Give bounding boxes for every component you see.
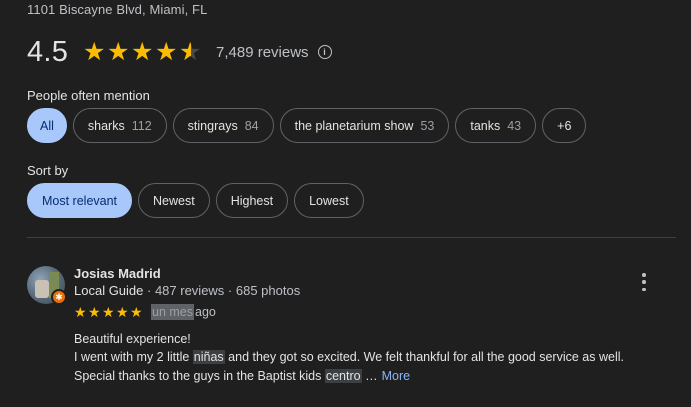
mention-chip-planetarium-show[interactable]: the planetarium show 53	[279, 108, 450, 143]
place-address: 1101 Biscayne Blvd, Miami, FL	[27, 2, 208, 17]
mentions-chip-row: All sharks 112 stingrays 84 the planetar…	[27, 108, 587, 143]
chip-label: +6	[557, 118, 572, 133]
star-icon: ★	[74, 304, 87, 320]
chip-count: 112	[131, 118, 152, 133]
chip-label: Most relevant	[42, 193, 118, 208]
local-guide-label: Local Guide	[74, 283, 144, 298]
review-stars: ★ ★ ★ ★ ★	[74, 305, 144, 319]
mention-chip-all[interactable]: All	[27, 108, 67, 143]
review-line-1: Beautiful experience!	[74, 332, 191, 346]
reviewer-name[interactable]: Josias Madrid	[74, 266, 161, 281]
chip-count: 84	[244, 118, 259, 133]
average-rating: 4.5	[27, 35, 69, 68]
chip-label: sharks	[87, 118, 125, 133]
highlighted-term: niñas	[192, 350, 225, 365]
local-guide-badge-icon: ✱	[51, 289, 67, 305]
rating-stars: ★ ★ ★ ★ ★ ★ ★ ★ ★ ★	[83, 37, 203, 66]
star-icon: ★	[88, 304, 101, 320]
chip-label: Lowest	[309, 193, 349, 208]
review-rating-line: ★ ★ ★ ★ ★ un mes ago	[74, 304, 216, 320]
divider	[27, 237, 676, 238]
review-text: Beautiful experience! I went with my 2 l…	[74, 330, 674, 385]
rating-summary: 4.5 ★ ★ ★ ★ ★ ★ ★ ★ ★ ★ 7,489 reviews i	[27, 34, 332, 70]
star-icon: ★ ★	[155, 37, 178, 66]
mention-chip-more[interactable]: +6	[542, 108, 587, 143]
chip-label: Highest	[230, 193, 274, 208]
star-icon: ★	[116, 304, 129, 320]
reviewer-meta: Local Guide · 487 reviews · 685 photos	[74, 283, 300, 298]
mention-chip-tanks[interactable]: tanks 43	[455, 108, 537, 143]
star-icon: ★	[130, 304, 143, 320]
mention-chip-sharks[interactable]: sharks 112	[72, 108, 167, 143]
mention-chip-stingrays[interactable]: stingrays 84	[172, 108, 274, 143]
sort-lowest-button[interactable]: Lowest	[294, 183, 364, 218]
more-link[interactable]: More	[382, 369, 410, 383]
info-icon[interactable]: i	[317, 45, 332, 59]
chip-count: 53	[420, 118, 435, 133]
reviewer-stats: · 487 reviews · 685 photos	[143, 283, 301, 298]
star-icon: ★ ★	[83, 37, 106, 66]
sort-highest-button[interactable]: Highest	[215, 183, 289, 218]
chip-label: Newest	[153, 193, 195, 208]
highlighted-term: centro	[324, 368, 362, 383]
review-line-2: I went with my 2 little niñas and they g…	[74, 350, 624, 365]
star-icon: ★ ★	[131, 37, 154, 66]
sort-most-relevant-button[interactable]: Most relevant	[27, 183, 133, 218]
reviews-panel: 1101 Biscayne Blvd, Miami, FL 4.5 ★ ★ ★ ★ …	[0, 0, 691, 407]
more-vert-icon[interactable]	[638, 273, 650, 291]
review-line-3: Special thanks to the guys in the Baptis…	[74, 368, 411, 383]
chip-label: All	[40, 118, 54, 133]
sort-heading: Sort by	[27, 163, 69, 178]
mentions-heading: People often mention	[27, 88, 150, 103]
sort-chip-row: Most relevant Newest Highest Lowest	[27, 183, 364, 218]
review-time-highlight: un mes	[151, 304, 194, 320]
sort-newest-button[interactable]: Newest	[138, 183, 210, 218]
star-icon: ★ ★	[107, 37, 130, 66]
chip-count: 43	[507, 118, 522, 133]
total-reviews-count: 7,489 reviews	[216, 43, 309, 61]
review-time: ago	[195, 305, 216, 319]
chip-label: tanks	[470, 118, 501, 133]
star-icon: ★ ★	[179, 37, 202, 66]
star-icon: ★	[102, 304, 115, 320]
chip-label: stingrays	[187, 118, 238, 133]
chip-label: the planetarium show	[294, 118, 414, 133]
